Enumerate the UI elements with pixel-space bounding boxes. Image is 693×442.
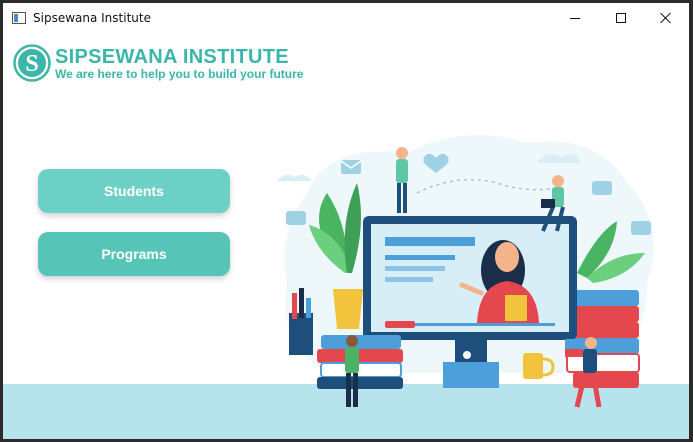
title-bar[interactable]: Sipsewana Institute — [3, 3, 689, 33]
window-title: Sipsewana Institute — [33, 11, 151, 25]
close-button[interactable] — [643, 3, 689, 33]
minimize-icon — [570, 17, 580, 19]
brand-name: SIPSEWANA INSTITUTE — [55, 46, 289, 68]
maximize-icon — [616, 13, 626, 23]
online-learning-illustration — [277, 135, 654, 408]
institute-logo: S — [13, 44, 51, 82]
maximize-button[interactable] — [598, 3, 644, 33]
window-app-icon — [12, 12, 26, 24]
programs-button[interactable]: Programs — [38, 232, 230, 276]
logo-letter: S — [25, 51, 38, 77]
brand-tagline: We are here to help you to build your fu… — [55, 67, 304, 81]
students-button[interactable]: Students — [38, 169, 230, 213]
minimize-button[interactable] — [552, 3, 598, 33]
app-window: Sipsewana Institute S SIPSEWANA INSTITUT… — [3, 3, 689, 439]
close-icon — [660, 12, 672, 24]
